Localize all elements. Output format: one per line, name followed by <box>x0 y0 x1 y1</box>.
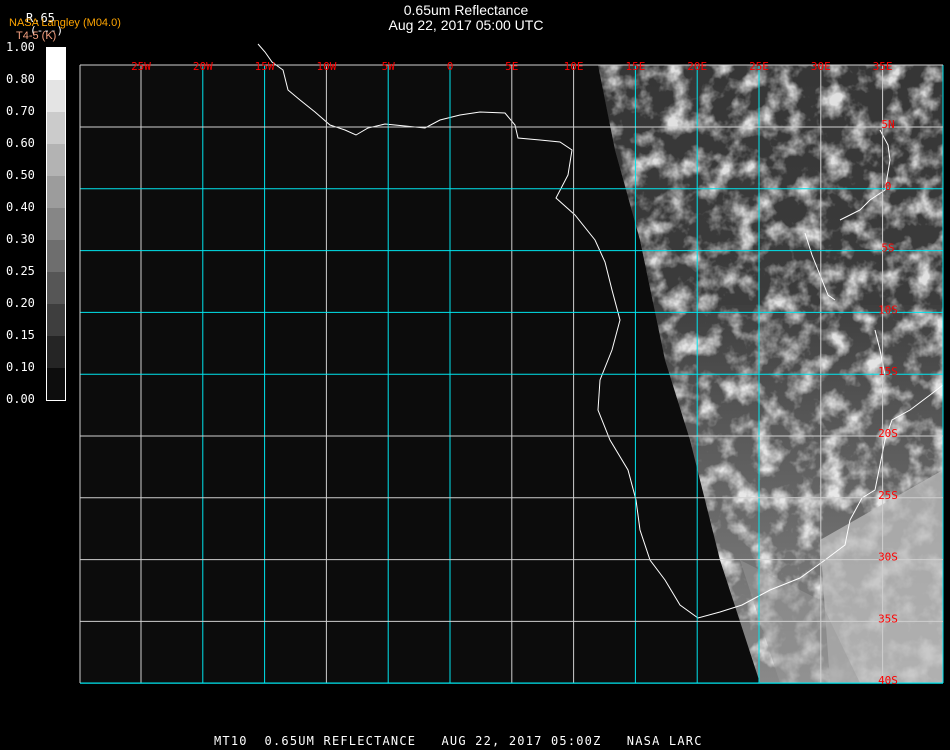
longitude-label: 5W <box>382 60 396 73</box>
latitude-label: 5S <box>881 242 894 255</box>
latitude-label: 0 <box>885 180 892 193</box>
longitude-label: 35E <box>873 60 893 73</box>
longitude-label: 15W <box>255 60 275 73</box>
latitude-label: 35S <box>878 612 898 625</box>
longitude-label: 10E <box>564 60 584 73</box>
latitude-label: 20S <box>878 427 898 440</box>
longitude-label: 20E <box>687 60 707 73</box>
longitude-label: 30E <box>811 60 831 73</box>
latitude-label: 30S <box>878 551 898 564</box>
latitude-label: 15S <box>878 365 898 378</box>
latitude-label: 5N <box>881 118 894 131</box>
footer-caption: MT10 0.65UM REFLECTANCE AUG 22, 2017 05:… <box>214 734 703 748</box>
longitude-label: 0 <box>447 60 454 73</box>
latitude-label: 40S <box>878 674 898 687</box>
longitude-label: 10W <box>316 60 336 73</box>
longitude-label: 25W <box>131 60 151 73</box>
satellite-map: 25W 20W 15W 10W 5W 0 5E 10E 15E 20E 25E 30E 35E 5N 0 5S… <box>79 43 944 687</box>
latitude-label: 10S <box>878 303 898 316</box>
longitude-label: 25E <box>749 60 769 73</box>
longitude-label: 20W <box>193 60 213 73</box>
latitude-label: 25S <box>878 489 898 502</box>
longitude-label: 15E <box>625 60 645 73</box>
longitude-label: 5E <box>505 60 518 73</box>
